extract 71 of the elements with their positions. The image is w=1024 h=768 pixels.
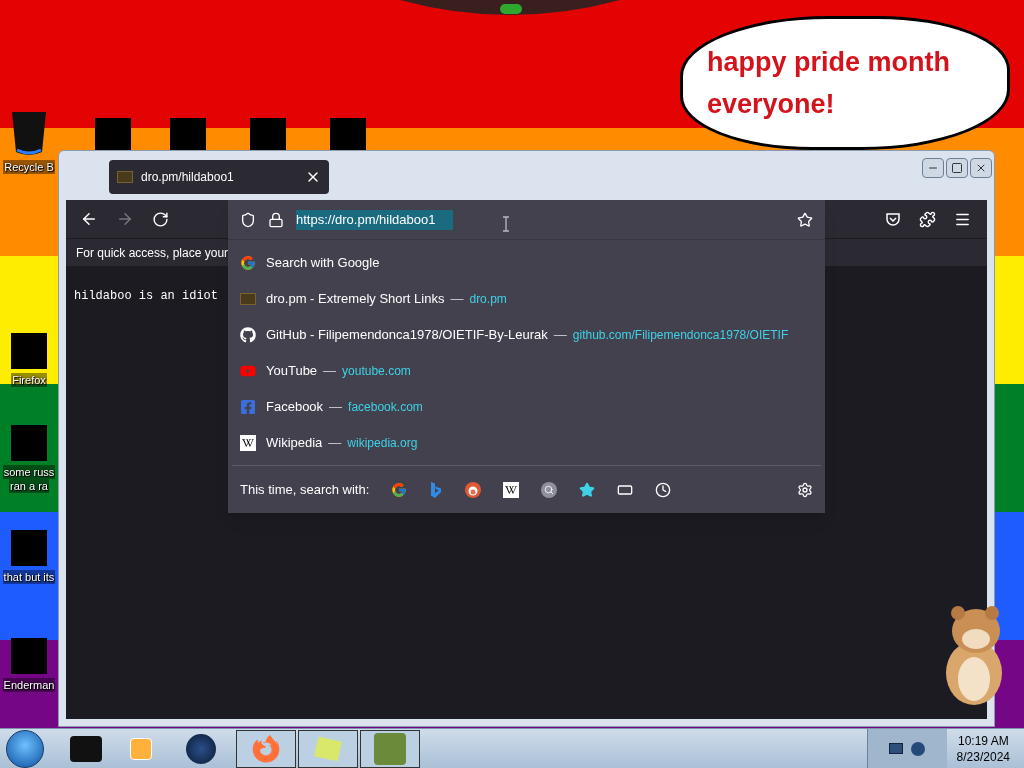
clock-date: 8/23/2024 <box>956 748 1010 765</box>
browser-tab[interactable]: dro.pm/hildaboo1 <box>109 160 329 194</box>
taskbar-button[interactable] <box>360 729 420 768</box>
pocket-icon[interactable] <box>885 211 901 227</box>
separator-dash: — <box>323 362 337 381</box>
bookmarks-hint: For quick access, place your <box>76 244 229 262</box>
suggestion-title: YouTube <box>266 362 318 381</box>
wikipedia-icon[interactable] <box>503 481 520 498</box>
desktop-icon-label: Recycle B <box>3 160 55 174</box>
taskbar-app-icon[interactable] <box>186 733 216 764</box>
taskbar-button[interactable] <box>298 729 358 768</box>
separator-dash: — <box>450 290 464 309</box>
github-icon <box>240 327 256 343</box>
youtube-icon <box>240 363 256 379</box>
suggestion-row[interactable]: Wikipedia — wikipedia.org <box>228 425 825 461</box>
suggestion-title: dro.pm - Extremely Short Links <box>266 290 445 309</box>
wikipedia-icon <box>240 435 256 451</box>
suggestion-url: github.com/Filipemendonca1978/OIETIF <box>572 327 789 344</box>
google-icon <box>240 255 256 271</box>
history-icon[interactable] <box>655 481 672 498</box>
suggestion-row[interactable]: Search with Google <box>228 245 825 281</box>
desktop-icon-label: Firefox <box>11 373 47 387</box>
text-cursor-icon <box>502 216 510 232</box>
separator-dash: — <box>553 326 567 345</box>
suggestion-row[interactable]: Facebook — facebook.com <box>228 389 825 425</box>
suggestion-title: Search with Google <box>266 254 380 273</box>
suggestion-row[interactable]: dro.pm - Extremely Short Links — dro.pm <box>228 281 825 317</box>
extensions-icon[interactable] <box>919 210 936 228</box>
recycle-bin-icon[interactable] <box>9 110 49 156</box>
suggestion-title: Wikipedia <box>266 434 323 453</box>
desktop-icon-label: ran a ra <box>9 479 49 493</box>
shield-icon[interactable] <box>240 211 256 228</box>
suggestion-url: youtube.com <box>342 363 411 380</box>
taskbar-button[interactable] <box>236 729 296 768</box>
lock-icon[interactable] <box>268 211 284 228</box>
suggestion-title: Facebook <box>266 398 324 417</box>
clock-time: 10:19 AM <box>957 732 1009 749</box>
page-text: hildaboo is an idiot <box>74 289 219 303</box>
monitor-icon[interactable] <box>889 743 904 754</box>
desktop-icon-label: Enderman <box>2 678 56 692</box>
back-icon[interactable] <box>80 210 98 228</box>
favicon-icon <box>117 171 133 183</box>
bing-icon[interactable] <box>429 481 444 498</box>
separator-dash: — <box>328 434 342 453</box>
facebook-icon <box>240 399 256 415</box>
taskbar-app-icon[interactable] <box>70 735 102 762</box>
suggestion-url: facebook.com <box>348 399 423 416</box>
search-icon[interactable] <box>541 481 558 498</box>
suggestion-row[interactable]: YouTube — youtube.com <box>228 353 825 389</box>
speech-bubble-text: happy pride month everyone! <box>707 46 951 121</box>
suggestion-row[interactable]: GitHub - Filipemendonca1978/OIETIF-By-Leurak — github.com/Filipemendonca1978/OIETIF <box>228 317 825 353</box>
forward-icon[interactable] <box>116 210 134 228</box>
desktop-icon-label: that but its <box>2 570 56 584</box>
favicon-icon <box>240 293 256 305</box>
start-button[interactable] <box>6 729 44 768</box>
network-icon[interactable] <box>911 741 926 756</box>
bookmark-star-icon[interactable] <box>579 481 596 498</box>
desktop-icon-label: some russ <box>2 465 56 479</box>
close-button[interactable] <box>970 158 992 178</box>
suggestion-title: GitHub - Filipemendonca1978/OIETIF-By-Leurak <box>266 326 548 345</box>
suggestion-url: dro.pm <box>469 291 507 308</box>
tab-title: dro.pm/hildaboo1 <box>141 169 235 186</box>
reload-icon[interactable] <box>152 210 169 228</box>
search-with-label: This time, search with: <box>240 480 370 499</box>
separator-dash: — <box>329 398 343 417</box>
suggestion-url: wikipedia.org <box>347 435 418 452</box>
settings-icon[interactable] <box>797 481 813 498</box>
maximize-icon <box>951 162 963 174</box>
close-icon <box>975 162 987 174</box>
google-icon[interactable] <box>391 481 408 498</box>
maximize-button[interactable] <box>946 158 968 178</box>
